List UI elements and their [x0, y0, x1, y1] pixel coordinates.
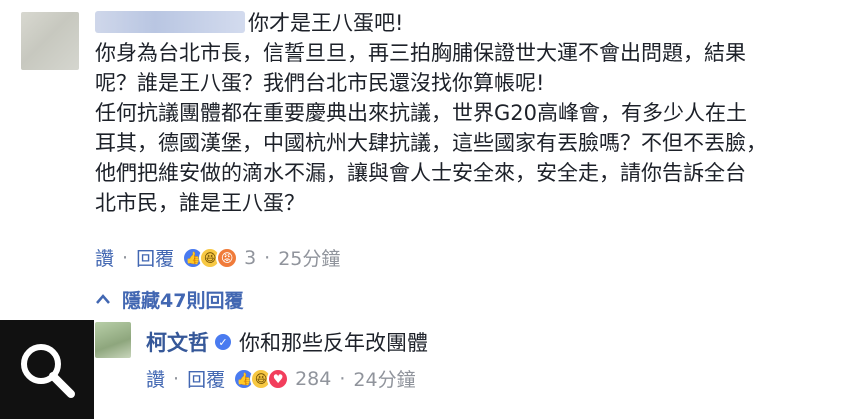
reply-avatar[interactable] — [95, 322, 131, 358]
reply: 柯文哲 ✓ 你和那些反年改團體 — [146, 327, 428, 357]
commenter-name-blurred[interactable] — [95, 11, 245, 33]
reply-link[interactable]: 回覆 — [136, 244, 174, 271]
reply-reply-link[interactable]: 回覆 — [187, 365, 225, 392]
love-reaction-icon: ♥ — [267, 367, 290, 390]
chevron-up-icon — [96, 292, 110, 308]
comment-actions: 讚 · 回覆 👍 😆 😡 3 · 25分鐘 — [95, 244, 340, 271]
reply-actions: 讚 · 回覆 👍 😆 ♥ 284 · 24分鐘 — [146, 365, 416, 392]
hide-replies-label: 隱藏47則回覆 — [122, 290, 244, 312]
reply-timestamp[interactable]: 24分鐘 — [353, 365, 415, 392]
zoom-search-button[interactable] — [0, 320, 94, 419]
reply-text: 你和那些反年改團體 — [239, 331, 428, 355]
like-link[interactable]: 讚 — [95, 244, 114, 271]
comment-body: 你身為台北市長，信誓旦旦，再三拍胸脯保證世大運不會出問題，結果 呢？誰是王八蛋？… — [95, 41, 767, 215]
hide-replies-toggle[interactable]: 隱藏47則回覆 — [96, 286, 243, 313]
reactions-summary[interactable]: 👍 😆 😡 — [182, 246, 239, 269]
reply-reaction-count[interactable]: 284 — [295, 368, 331, 390]
angry-reaction-icon: 😡 — [216, 246, 239, 269]
reply-reactions-summary[interactable]: 👍 😆 ♥ — [233, 367, 290, 390]
commenter-avatar[interactable] — [21, 12, 79, 70]
search-icon — [21, 343, 75, 398]
reply-like-link[interactable]: 讚 — [146, 365, 165, 392]
comment-first-line: 你才是王八蛋吧! — [248, 11, 404, 35]
verified-badge-icon: ✓ — [215, 334, 231, 350]
comment: 你才是王八蛋吧! 你身為台北市長，信誓旦旦，再三拍胸脯保證世大運不會出問題，結果… — [95, 8, 835, 218]
reaction-count[interactable]: 3 — [244, 247, 256, 269]
comment-timestamp[interactable]: 25分鐘 — [278, 244, 340, 271]
reply-author[interactable]: 柯文哲 — [146, 327, 209, 357]
